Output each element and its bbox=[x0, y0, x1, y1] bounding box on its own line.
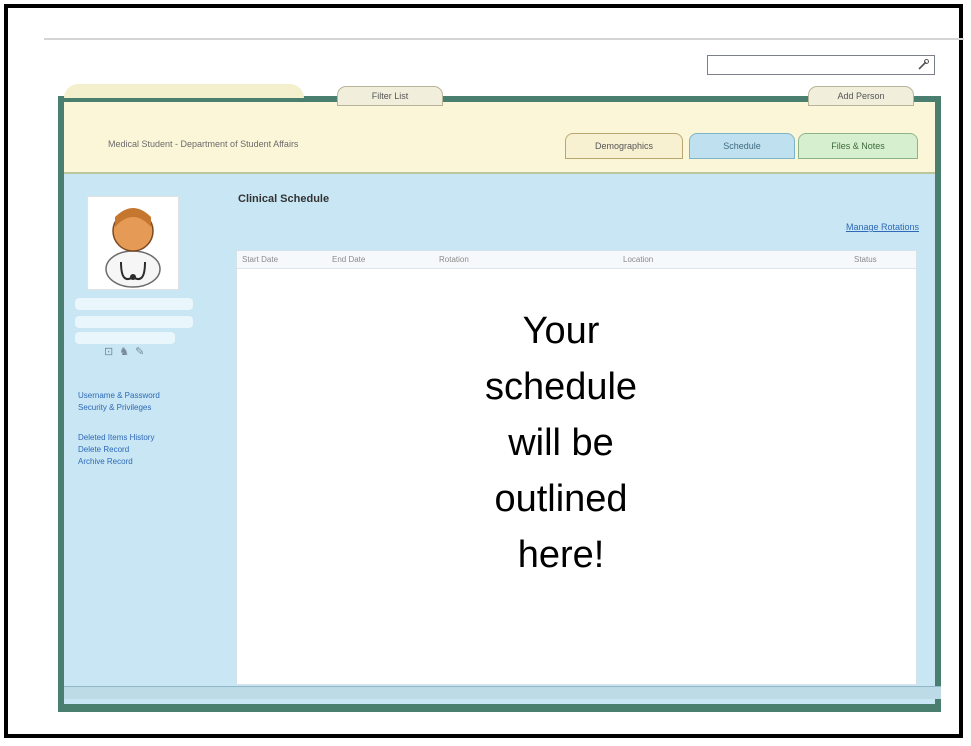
filter-list-button[interactable]: Filter List bbox=[337, 86, 443, 106]
view-icon[interactable]: ⊡ bbox=[104, 345, 113, 358]
link-delete-record[interactable]: Delete Record bbox=[78, 445, 129, 454]
profile-actions: ⊡ ♞ ✎ bbox=[104, 345, 144, 358]
empty-schedule-message: Your schedule will be outlined here! bbox=[484, 310, 638, 576]
search-icon[interactable] bbox=[916, 58, 930, 72]
manage-rotations-link[interactable]: Manage Rotations bbox=[846, 222, 919, 232]
link-security-privileges[interactable]: Security & Privileges bbox=[78, 403, 151, 412]
avatar bbox=[87, 196, 179, 290]
edit-icon[interactable]: ✎ bbox=[135, 345, 144, 358]
column-header[interactable]: Start Date bbox=[242, 255, 278, 264]
column-header[interactable]: End Date bbox=[332, 255, 365, 264]
tab-schedule[interactable]: Schedule bbox=[689, 133, 795, 159]
user-icon[interactable]: ♞ bbox=[119, 345, 129, 358]
section-title: Clinical Schedule bbox=[238, 193, 330, 205]
table-header: Start Date End Date Rotation Location St… bbox=[237, 251, 916, 269]
column-header[interactable]: Location bbox=[623, 255, 653, 264]
column-header[interactable]: Rotation bbox=[439, 255, 469, 264]
record-title: Medical Student - Department of Student … bbox=[108, 139, 299, 149]
column-header[interactable]: Status bbox=[854, 255, 877, 264]
footer-bar bbox=[64, 686, 941, 699]
category-tab[interactable] bbox=[64, 84, 304, 98]
add-person-button[interactable]: Add Person bbox=[808, 86, 914, 106]
tab-demographics[interactable]: Demographics bbox=[565, 133, 683, 159]
link-deleted-items-history[interactable]: Deleted Items History bbox=[78, 433, 154, 442]
search-input[interactable] bbox=[707, 55, 935, 75]
tab-files-notes[interactable]: Files & Notes bbox=[798, 133, 918, 159]
profile-info-line bbox=[75, 332, 175, 344]
top-divider bbox=[44, 38, 964, 40]
doctor-icon bbox=[105, 208, 161, 288]
profile-info-line bbox=[75, 298, 193, 310]
profile-info-line bbox=[75, 316, 193, 328]
link-archive-record[interactable]: Archive Record bbox=[78, 457, 133, 466]
link-username-password[interactable]: Username & Password bbox=[78, 391, 160, 400]
